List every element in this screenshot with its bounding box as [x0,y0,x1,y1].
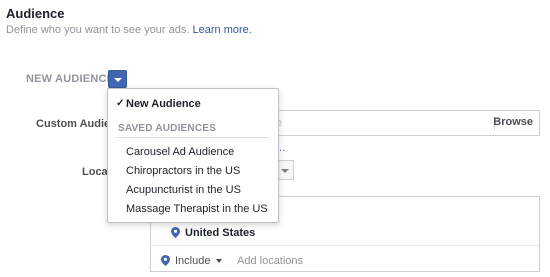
menu-item-label: Carousel Ad Audience [126,146,235,158]
menu-item-label: Chiropractors in the US [126,165,241,177]
audience-dropdown-menu: ✓ New Audience SAVED AUDIENCES Carousel … [107,88,279,223]
section-title: Audience [6,6,65,21]
section-subtitle: Define who you want to see your ads. Lea… [6,24,252,36]
include-dropdown[interactable]: Include [175,255,223,267]
checkmark-icon: ✓ [116,98,125,109]
selected-country: United States [185,227,256,239]
location-pin-icon [171,227,180,238]
subtitle-text: Define who you want to see your ads. [6,24,190,36]
browse-button[interactable]: Browse [493,116,533,128]
custom-audiences-label: Custom Audie [36,118,111,130]
location-pin-icon [161,255,170,266]
learn-more-link[interactable]: Learn more. [193,24,252,36]
chevron-down-icon [114,78,122,82]
chevron-down-icon [216,259,223,264]
menu-item-label: Acupuncturist in the US [126,184,241,196]
locations-divider [151,245,539,246]
location-type-select[interactable] [278,160,294,180]
saved-audiences-header: SAVED AUDIENCES [118,123,217,134]
audience-dropdown-button[interactable] [108,70,127,88]
add-locations-input[interactable]: Add locations [237,255,303,267]
menu-item-saved-audience[interactable]: Acupuncturist in the US [108,181,278,200]
menu-item-saved-audience[interactable]: Chiropractors in the US [108,162,278,181]
menu-item-saved-audience[interactable]: Carousel Ad Audience [108,143,278,162]
menu-item-label: Massage Therapist in the US [126,203,268,215]
menu-item-saved-audience[interactable]: Massage Therapist in the US [108,200,278,219]
menu-divider [116,137,270,138]
chevron-down-icon [281,169,289,173]
include-label: Include [175,255,211,267]
menu-item-new-audience[interactable]: ✓ New Audience [108,95,278,114]
new-audience-label: NEW AUDIENCE [26,73,115,85]
menu-item-label: New Audience [126,98,201,110]
